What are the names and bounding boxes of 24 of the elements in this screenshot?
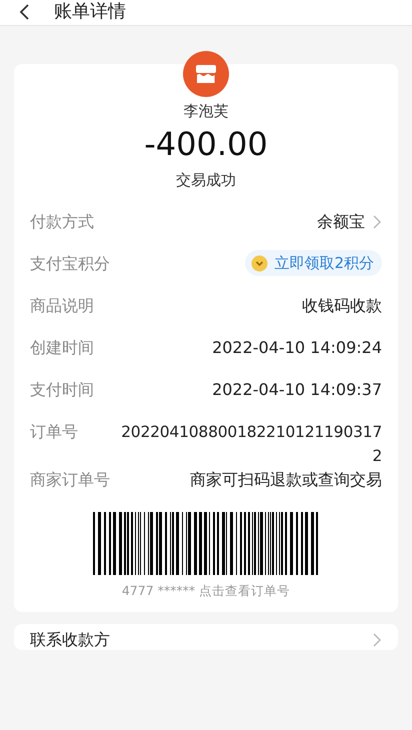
page-title: 账单详情: [54, 2, 126, 22]
field-label: 付款方式: [30, 211, 94, 233]
coin-icon: [251, 254, 268, 272]
barcode-drawing[interactable]: [93, 512, 319, 575]
chevron-right-icon: [373, 633, 382, 647]
field-value: 2022041088001822101211903172: [120, 422, 382, 467]
back-icon[interactable]: [18, 4, 30, 20]
field-label: 订单号: [30, 421, 78, 443]
field-value: 2022-04-10 14:09:24: [212, 337, 382, 359]
field-label: 创建时间: [30, 337, 94, 359]
field-label: 商家订单号: [30, 469, 110, 491]
field-value: 商家可扫码退款或查询交易: [190, 469, 382, 491]
amount: -400.00: [144, 125, 268, 163]
field-label: 商品说明: [30, 295, 94, 317]
chevron-right-icon: [373, 215, 382, 229]
transaction-status: 交易成功: [176, 171, 236, 190]
merchant-name: 李泡芙: [184, 102, 228, 121]
contact-card[interactable]: 联系收款方: [14, 624, 398, 650]
payment-method-link[interactable]: 余额宝: [317, 210, 365, 234]
field-label: 支付宝积分: [30, 253, 110, 275]
claim-points-button[interactable]: 立即领取2积分: [245, 250, 382, 276]
field-label: 支付时间: [30, 379, 94, 401]
field-value: 2022-04-10 14:09:37: [212, 379, 382, 401]
field-value: 收钱码收款: [302, 295, 382, 317]
